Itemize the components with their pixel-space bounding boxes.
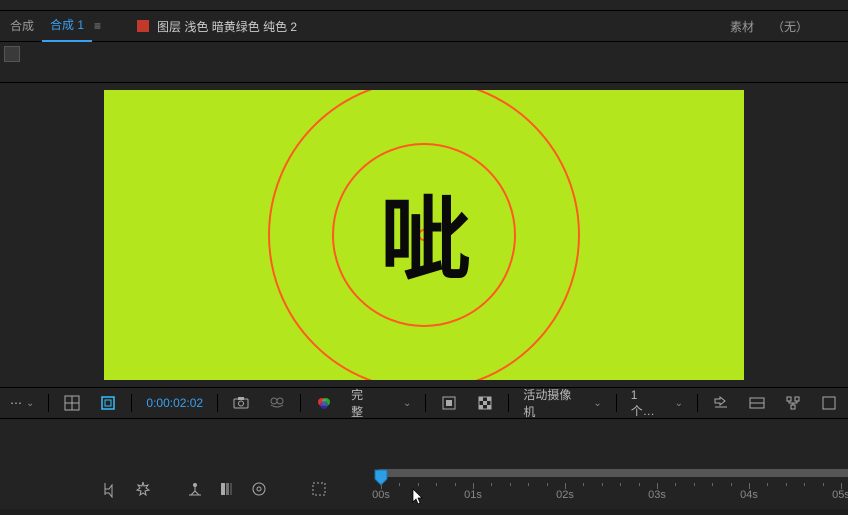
draft-3d-icon[interactable]	[310, 480, 328, 498]
render-button[interactable]	[814, 392, 844, 414]
tick-label: 04s	[740, 489, 758, 501]
channel-button[interactable]	[309, 392, 339, 414]
effects-icon[interactable]	[134, 480, 152, 498]
tab-composition-trunc[interactable]: 合成	[2, 11, 42, 41]
roi-button[interactable]	[434, 392, 464, 414]
mini-thumbnail[interactable]	[4, 46, 20, 62]
fast-preview-button[interactable]	[706, 392, 736, 414]
tick-label: 05s	[832, 489, 848, 501]
top-strip	[0, 0, 848, 11]
shy-icon[interactable]	[102, 480, 120, 498]
tick-label: 00s	[372, 489, 390, 501]
flowchart-button[interactable]	[778, 392, 808, 414]
tab-composition-active[interactable]: 合成 1	[42, 10, 92, 42]
layer-name-text: 图层 浅色 暗黄绿色 纯色 2	[157, 18, 297, 35]
current-timecode[interactable]: 0:00:02:02	[140, 396, 209, 410]
graph-editor-icon[interactable]	[250, 480, 268, 498]
viewer-controls-bar: ⋯ ⌄ 0:00:02:02 完整 ⌄ 活动摄像机 ⌄ 1 个… ⌄	[0, 387, 848, 419]
tick-label: 02s	[556, 489, 574, 501]
resolution-dropdown[interactable]: 完整 ⌄	[345, 386, 417, 420]
tick-label: 01s	[464, 489, 482, 501]
timeline-gap	[0, 419, 848, 469]
magnification-dropdown[interactable]: ⋯ ⌄	[4, 396, 40, 410]
sub-strip	[0, 42, 848, 83]
snapshot-button[interactable]	[226, 392, 256, 414]
composition-viewer[interactable]: 呲	[0, 83, 848, 387]
views-dropdown[interactable]: 1 个… ⌄	[625, 388, 689, 419]
text-layer-content: 呲	[380, 166, 468, 299]
layer-color-chip	[137, 20, 149, 32]
mask-visibility-button[interactable]	[93, 392, 123, 414]
footage-label: 素材	[730, 18, 754, 35]
motion-blur-icon[interactable]	[218, 480, 236, 498]
work-area-bar[interactable]	[379, 469, 848, 477]
panel-menu-icon[interactable]: ≡	[94, 19, 101, 33]
grid-button[interactable]	[57, 392, 87, 414]
camera-dropdown[interactable]: 活动摄像机 ⌄	[517, 386, 607, 420]
timeline-toolbar: 00s 01s 02s 03s 04s 05s	[0, 469, 848, 509]
composition-canvas[interactable]: 呲	[104, 90, 744, 380]
frame-blend-icon[interactable]	[186, 480, 204, 498]
timeline-button[interactable]	[742, 392, 772, 414]
time-ruler[interactable]: 00s 01s 02s 03s 04s 05s	[375, 469, 848, 509]
tick-label: 03s	[648, 489, 666, 501]
transparency-grid-button[interactable]	[470, 392, 500, 414]
show-snapshot-button[interactable]	[262, 392, 292, 414]
panel-tab-bar: 合成 合成 1 ≡ 图层 浅色 暗黄绿色 纯色 2 素材 （无）	[0, 11, 848, 42]
footage-value: （无）	[772, 18, 808, 35]
